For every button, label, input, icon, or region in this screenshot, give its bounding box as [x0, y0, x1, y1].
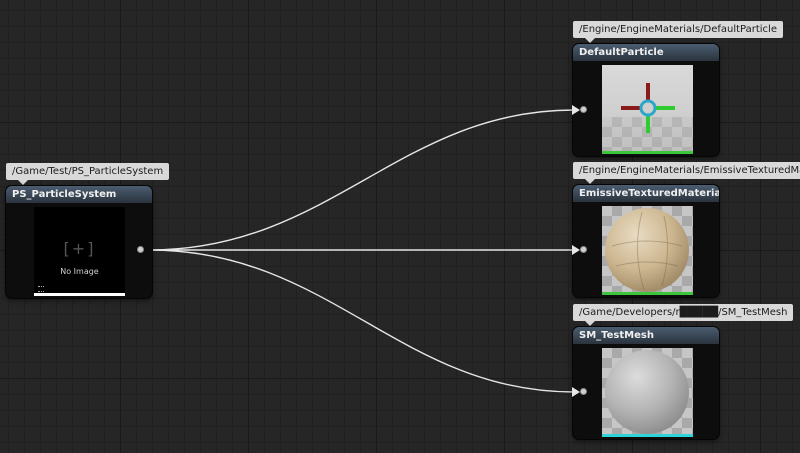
default-particle-bar: [602, 151, 693, 154]
target-node-default-particle[interactable]: DefaultParticle: [572, 44, 719, 156]
test-mesh-thumbnail: [602, 348, 693, 437]
source-node-title: PS_ParticleSystem: [6, 186, 152, 203]
source-node-thumbnail: [+] No Image: [34, 207, 125, 296]
source-thumbnail-bar: [34, 293, 125, 296]
wire-to-default-particle[interactable]: [149, 109, 575, 251]
source-output-pin-icon[interactable]: [137, 246, 144, 253]
arrow-pin-icon: [572, 245, 580, 255]
emissive-material-thumbnail: [602, 206, 693, 295]
source-path-tooltip: /Game/Test/PS_ParticleSystem: [6, 163, 170, 185]
test-mesh-input-pin-icon[interactable]: [580, 388, 587, 395]
target-node-emissive-textured-material[interactable]: EmissiveTexturedMaterial: [572, 185, 719, 297]
thumbnail-dots-icon: [38, 286, 44, 292]
no-image-label: No Image: [60, 267, 99, 276]
default-particle-path-tooltip: /Engine/EngineMaterials/DefaultParticle: [573, 21, 783, 43]
wire-to-test-mesh[interactable]: [149, 249, 575, 393]
gray-sphere-icon: [605, 350, 689, 434]
emissive-material-path-tooltip: /Engine/EngineMaterials/EmissiveTextured…: [573, 162, 800, 184]
default-particle-title: DefaultParticle: [573, 44, 719, 61]
target-node-sm-testmesh[interactable]: SM_TestMesh: [572, 327, 719, 439]
sphere-texture-lines: [611, 211, 683, 291]
default-particle-input-pin-icon[interactable]: [580, 106, 587, 113]
test-mesh-bar: [602, 434, 693, 437]
emissive-material-title: EmissiveTexturedMaterial: [573, 185, 719, 202]
source-node-ps-particlesystem[interactable]: PS_ParticleSystem [+] No Image: [6, 186, 152, 298]
arrow-pin-icon: [572, 105, 580, 115]
default-particle-thumbnail: [602, 65, 693, 154]
emissive-material-bar: [602, 292, 693, 295]
arrow-pin-icon: [572, 387, 580, 397]
test-mesh-path-tooltip: /Game/Developers/r█████/SM_TestMesh: [573, 304, 794, 326]
particle-gizmo-icon: [621, 83, 675, 133]
no-image-icon: [+]: [63, 239, 96, 258]
test-mesh-title: SM_TestMesh: [573, 327, 719, 344]
emissive-material-input-pin-icon[interactable]: [580, 246, 587, 253]
